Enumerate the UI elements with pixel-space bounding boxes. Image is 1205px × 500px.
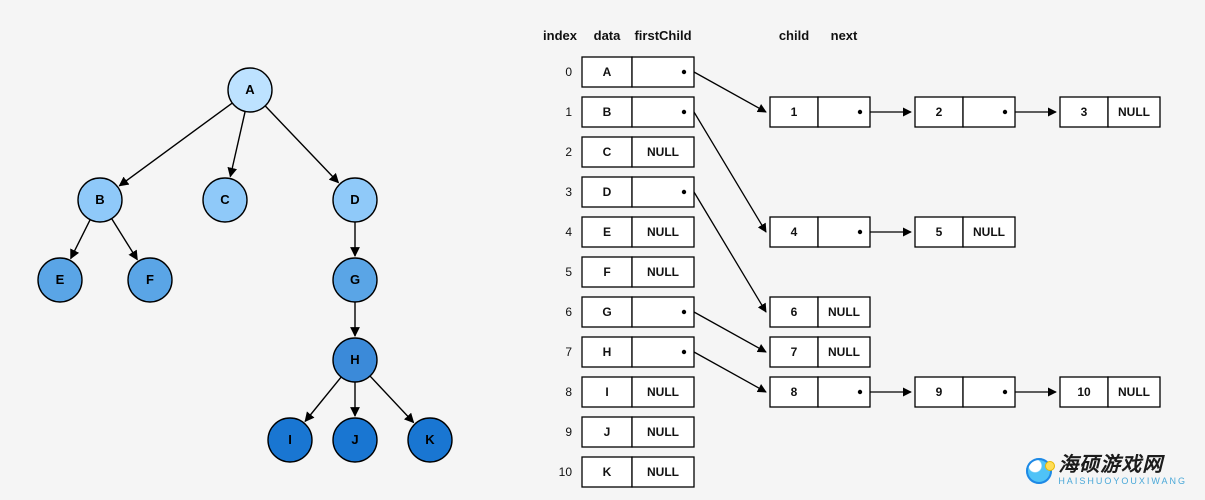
childnode-child-text: 1 [791, 105, 798, 119]
childnode-child-text: 10 [1077, 385, 1091, 399]
cell-data-text: I [605, 385, 608, 399]
childnode-child-text: 8 [791, 385, 798, 399]
childnode-next [963, 377, 1015, 407]
cell-data-text: H [603, 345, 612, 359]
index-label: 9 [565, 425, 572, 439]
diagram-canvas: A B C D E F G H I J Kindex data firstChild child next 0… [0, 0, 1205, 500]
pointer-dot [858, 230, 862, 234]
pointer-dot [1003, 390, 1007, 394]
cell-firstchild-text: NULL [647, 265, 679, 279]
cell-data-text: G [602, 305, 611, 319]
index-label: 3 [565, 185, 572, 199]
cell-data-text: F [603, 265, 610, 279]
index-label: 7 [565, 345, 572, 359]
header-index: index [543, 28, 578, 43]
header-data: data [594, 28, 622, 43]
index-label: 2 [565, 145, 572, 159]
tree-edge [305, 377, 341, 421]
childnode-next [818, 377, 870, 407]
cell-data-text: K [603, 465, 612, 479]
pointer-dot [682, 70, 686, 74]
pointer-dot [682, 110, 686, 114]
childnode-next [818, 97, 870, 127]
tree-node-label: B [95, 192, 104, 207]
cell-data-text: B [603, 105, 612, 119]
tree-edge [71, 220, 90, 259]
tree-edge [265, 106, 338, 183]
tree-node-label: A [245, 82, 255, 97]
header-child: child [779, 28, 809, 43]
childnode-child-text: 5 [936, 225, 943, 239]
header-next: next [831, 28, 858, 43]
pointer-dot [682, 190, 686, 194]
tree-edge [370, 376, 414, 422]
childnode-child-text: 4 [791, 225, 798, 239]
diagram-svg: A B C D E F G H I J Kindex data firstChild child next 0… [0, 0, 1205, 500]
childnode-next-text: NULL [1118, 385, 1150, 399]
pointer-arrow [694, 192, 766, 312]
cell-firstchild-text: NULL [647, 145, 679, 159]
pointer-arrow [694, 312, 766, 352]
index-label: 4 [565, 225, 572, 239]
watermark-logo: 海硕游戏网 HAISHUOYOUXIWANG [1026, 455, 1187, 486]
tree-node-label: F [146, 272, 154, 287]
logo-icon [1026, 458, 1052, 484]
index-label: 0 [565, 65, 572, 79]
childnode-next-text: NULL [973, 225, 1005, 239]
tree-node-label: G [350, 272, 360, 287]
childnode-child-text: 7 [791, 345, 798, 359]
cell-firstchild-text: NULL [647, 425, 679, 439]
childnode-child-text: 6 [791, 305, 798, 319]
cell-data-text: J [604, 425, 611, 439]
childnode-next-text: NULL [828, 305, 860, 319]
tree-node-label: I [288, 432, 292, 447]
tree-edge [230, 111, 245, 176]
childnode-child-text: 2 [936, 105, 943, 119]
index-label: 8 [565, 385, 572, 399]
pointer-dot [858, 110, 862, 114]
index-label: 6 [565, 305, 572, 319]
childnode-next [818, 217, 870, 247]
tree-node-label: K [425, 432, 435, 447]
cell-firstchild-text: NULL [647, 465, 679, 479]
pointer-dot [682, 310, 686, 314]
cell-data-text: E [603, 225, 611, 239]
cell-firstchild-text: NULL [647, 385, 679, 399]
tree-node-label: E [56, 272, 65, 287]
childnode-next-text: NULL [828, 345, 860, 359]
tree-node-label: D [350, 192, 359, 207]
pointer-arrow [694, 72, 766, 112]
index-label: 10 [559, 465, 573, 479]
childnode-next [963, 97, 1015, 127]
watermark-text-en: HAISHUOYOUXIWANG [1058, 477, 1187, 486]
watermark-text-cn: 海硕游戏网 [1058, 455, 1187, 475]
cell-data-text: A [603, 65, 612, 79]
cell-data-text: C [603, 145, 612, 159]
tree-node-label: H [350, 352, 359, 367]
pointer-dot [682, 350, 686, 354]
childnode-next-text: NULL [1118, 105, 1150, 119]
tree-node-label: C [220, 192, 230, 207]
pointer-arrow [694, 112, 766, 232]
tree-edge [119, 103, 232, 186]
childnode-child-text: 3 [1081, 105, 1088, 119]
index-label: 5 [565, 265, 572, 279]
index-label: 1 [565, 105, 572, 119]
pointer-arrow [694, 352, 766, 392]
header-firstchild: firstChild [634, 28, 691, 43]
childnode-child-text: 9 [936, 385, 943, 399]
tree-node-label: J [351, 432, 358, 447]
tree-edge [112, 219, 138, 260]
pointer-dot [858, 390, 862, 394]
cell-firstchild-text: NULL [647, 225, 679, 239]
cell-data-text: D [603, 185, 612, 199]
pointer-dot [1003, 110, 1007, 114]
